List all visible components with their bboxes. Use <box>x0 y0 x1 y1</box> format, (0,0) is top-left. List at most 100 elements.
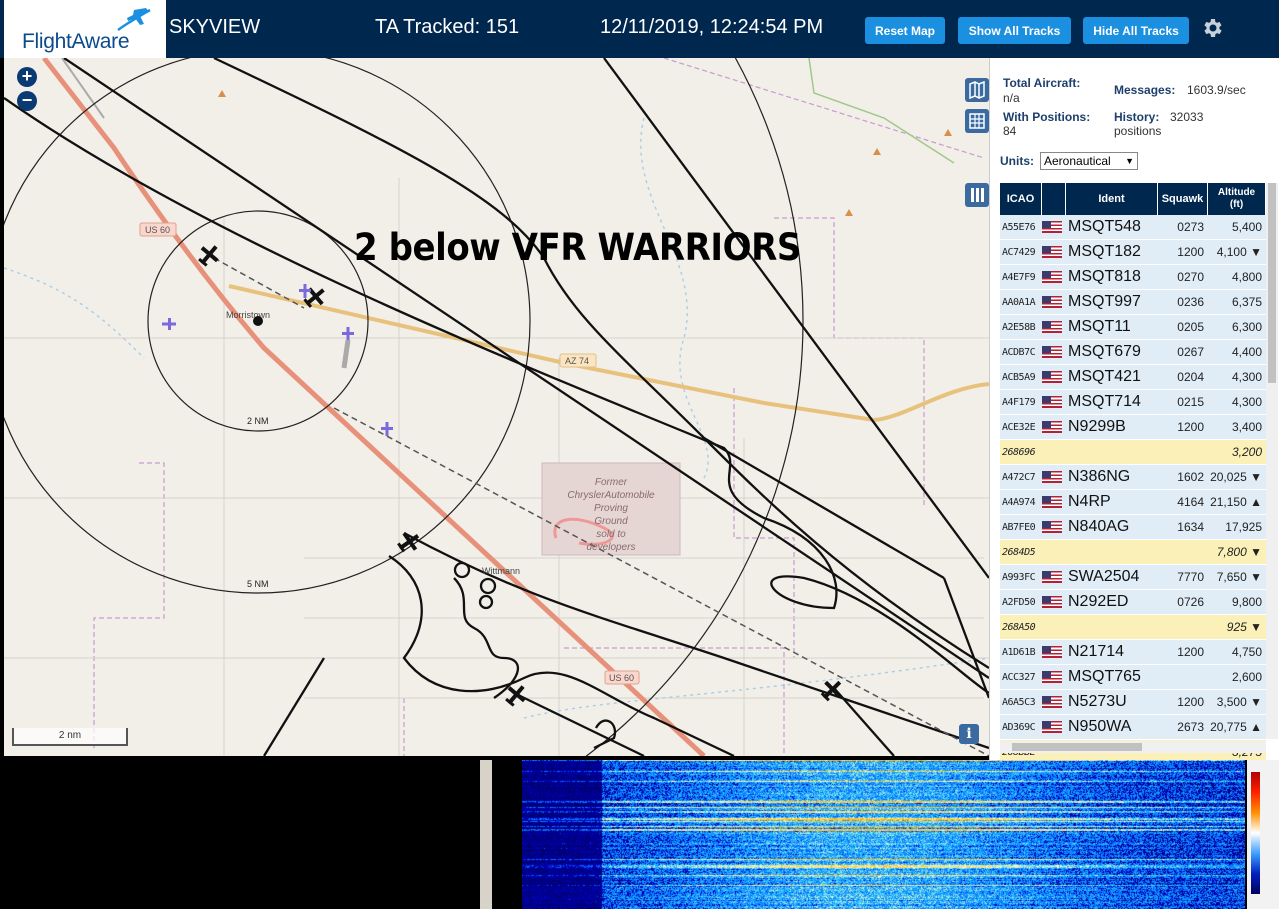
tracked-count: TA Tracked: 151 <box>375 16 520 38</box>
units-select[interactable]: Aeronautical <box>1040 152 1138 170</box>
cell-altitude: 3,200 <box>1231 445 1262 459</box>
horizontal-scrollbar[interactable] <box>1000 741 1266 753</box>
table-row[interactable]: A1D61B N21714 1200 4,750 <box>1000 640 1266 665</box>
cell-icao: AC7429 <box>1002 246 1036 258</box>
cell-ident: N386NG <box>1068 468 1131 485</box>
table-row[interactable]: ACB5A9 MSQT421 0204 4,300 <box>1000 365 1266 390</box>
annotation-text: 2 below VFR WARRIORS <box>354 226 801 269</box>
table-row[interactable]: AD369C N950WA 2673 20,775 ▲ <box>1000 715 1266 740</box>
columns-icon[interactable] <box>965 183 989 207</box>
messages-value: 1603.9/sec <box>1187 83 1246 97</box>
table-row[interactable]: A55E76 MSQT548 0273 5,400 <box>1000 215 1266 240</box>
map-view[interactable]: US 60 US 60 AZ 74 Morristown Wittmann 2 … <box>4 58 989 756</box>
col-altitude-unit: (ft) <box>1229 199 1244 210</box>
grid-icon[interactable] <box>965 109 989 133</box>
flag-usa-icon <box>1042 270 1062 283</box>
table-row[interactable]: 268A50 925 ▼ <box>1000 615 1266 640</box>
info-icon[interactable]: i <box>959 724 979 744</box>
table-row[interactable]: AC7429 MSQT182 1200 4,100 ▼ <box>1000 240 1266 265</box>
table-row[interactable]: A2E58B MSQT11 0205 6,300 <box>1000 315 1266 340</box>
gear-icon[interactable] <box>1200 16 1224 40</box>
reset-map-button[interactable]: Reset Map <box>865 17 945 44</box>
cell-altitude: 4,300 <box>1231 395 1262 409</box>
aircraft-table: ICAO Ident Squawk Altitude (ft) A55E76 MS… <box>1000 183 1266 760</box>
cell-ident: N840AG <box>1068 518 1130 535</box>
cell-icao: A2FD50 <box>1002 596 1036 608</box>
cell-icao: ACDB7C <box>1002 346 1036 358</box>
cell-squawk: 1200 <box>1177 420 1204 434</box>
cell-icao: A4A974 <box>1002 496 1036 508</box>
cell-altitude: 7,800 ▼ <box>1216 545 1262 559</box>
cell-icao: 2684D5 <box>1002 546 1036 558</box>
table-row[interactable]: A6A5C3 N5273U 1200 3,500 ▼ <box>1000 690 1266 715</box>
table-header: ICAO Ident Squawk Altitude (ft) <box>1000 183 1266 215</box>
svg-text:US 60: US 60 <box>145 225 170 235</box>
table-row[interactable]: A4A974 N4RP 4164 21,150 ▲ <box>1000 490 1266 515</box>
flag-usa-icon <box>1042 568 1066 586</box>
table-row[interactable]: AB7FE0 N840AG 1634 17,925 <box>1000 515 1266 540</box>
flag-usa-icon <box>1042 268 1066 286</box>
table-row[interactable]: 268696 3,200 <box>1000 440 1266 465</box>
col-flag[interactable] <box>1042 183 1066 215</box>
col-icao[interactable]: ICAO <box>1000 183 1042 215</box>
flag-usa-icon <box>1042 293 1066 311</box>
road-label-us60-top: US 60 <box>139 222 177 237</box>
col-altitude[interactable]: Altitude (ft) <box>1208 183 1266 215</box>
flag-usa-icon <box>1042 645 1062 658</box>
show-all-tracks-button[interactable]: Show All Tracks <box>958 17 1071 44</box>
table-row[interactable]: ACC327 MSQT765 2,600 <box>1000 665 1266 690</box>
aircraft-icon[interactable] <box>342 327 354 341</box>
aircraft-icon[interactable] <box>162 318 176 330</box>
terrain-markers <box>218 90 952 216</box>
hide-all-tracks-button[interactable]: Hide All Tracks <box>1083 17 1189 44</box>
cell-ident: N21714 <box>1068 643 1125 660</box>
svg-text:Ground: Ground <box>594 516 628 527</box>
map-layers-icon[interactable] <box>965 78 989 102</box>
table-row[interactable]: A4E7F9 MSQT818 0270 4,800 <box>1000 265 1266 290</box>
table-row[interactable]: A472C7 N386NG 1602 20,025 ▼ <box>1000 465 1266 490</box>
flag-usa-icon <box>1042 668 1066 686</box>
flag-usa-icon <box>1042 418 1066 436</box>
table-row[interactable]: A4F179 MSQT714 0215 4,300 <box>1000 390 1266 415</box>
skyview-app: FlightAware SKYVIEW TA Tracked: 151 12/1… <box>0 0 1279 909</box>
col-ident[interactable]: Ident <box>1066 183 1158 215</box>
aircraft-black[interactable] <box>194 240 847 710</box>
cell-ident: N4RP <box>1068 493 1111 510</box>
cell-altitude: 4,400 <box>1231 345 1262 359</box>
cell-squawk: 1200 <box>1177 695 1204 709</box>
vertical-scrollbar[interactable] <box>1266 183 1278 739</box>
cell-altitude: 7,650 ▼ <box>1216 570 1262 584</box>
ring-label-5nm: 5 NM <box>247 579 269 589</box>
cell-icao: 268696 <box>1002 446 1036 458</box>
table-row[interactable]: 2684D5 7,800 ▼ <box>1000 540 1266 565</box>
cell-icao: AA0A1A <box>1002 296 1036 308</box>
flag-usa-icon <box>1042 218 1066 236</box>
cell-icao: ACC327 <box>1002 671 1036 683</box>
cell-ident: N950WA <box>1068 718 1132 735</box>
spectrogram-colorbar <box>1251 772 1260 894</box>
flag-usa-icon <box>1042 493 1066 511</box>
zoom-out-icon[interactable]: − <box>17 91 37 111</box>
cell-squawk: 1602 <box>1177 470 1204 484</box>
top-header: FlightAware SKYVIEW TA Tracked: 151 12/1… <box>0 0 1279 58</box>
col-squawk[interactable]: Squawk <box>1158 183 1208 215</box>
cell-altitude: 4,800 <box>1231 270 1262 284</box>
flag-usa-icon <box>1042 368 1066 386</box>
cell-squawk: 4164 <box>1177 495 1204 509</box>
cell-squawk: 0215 <box>1177 395 1204 409</box>
table-row[interactable]: A2FD50 N292ED 0726 9,800 <box>1000 590 1266 615</box>
table-row[interactable]: AA0A1A MSQT997 0236 6,375 <box>1000 290 1266 315</box>
table-row[interactable]: ACE32E N9299B 1200 3,400 <box>1000 415 1266 440</box>
cell-ident: MSQT679 <box>1068 343 1141 360</box>
zoom-in-icon[interactable]: + <box>17 67 37 87</box>
table-row[interactable]: ACDB7C MSQT679 0267 4,400 <box>1000 340 1266 365</box>
svg-text:US 60: US 60 <box>609 673 634 683</box>
table-row[interactable]: A993FC SWA2504 7770 7,650 ▼ <box>1000 565 1266 590</box>
cell-altitude: 21,150 ▲ <box>1210 495 1262 509</box>
cell-altitude: 3,400 <box>1231 420 1262 434</box>
flightaware-logo[interactable]: FlightAware <box>4 0 166 58</box>
total-aircraft-value: n/a <box>1003 91 1020 105</box>
receiver-marker <box>253 316 263 326</box>
town-label-wittmann: Wittmann <box>482 566 520 576</box>
aircraft-icon[interactable] <box>299 284 311 298</box>
